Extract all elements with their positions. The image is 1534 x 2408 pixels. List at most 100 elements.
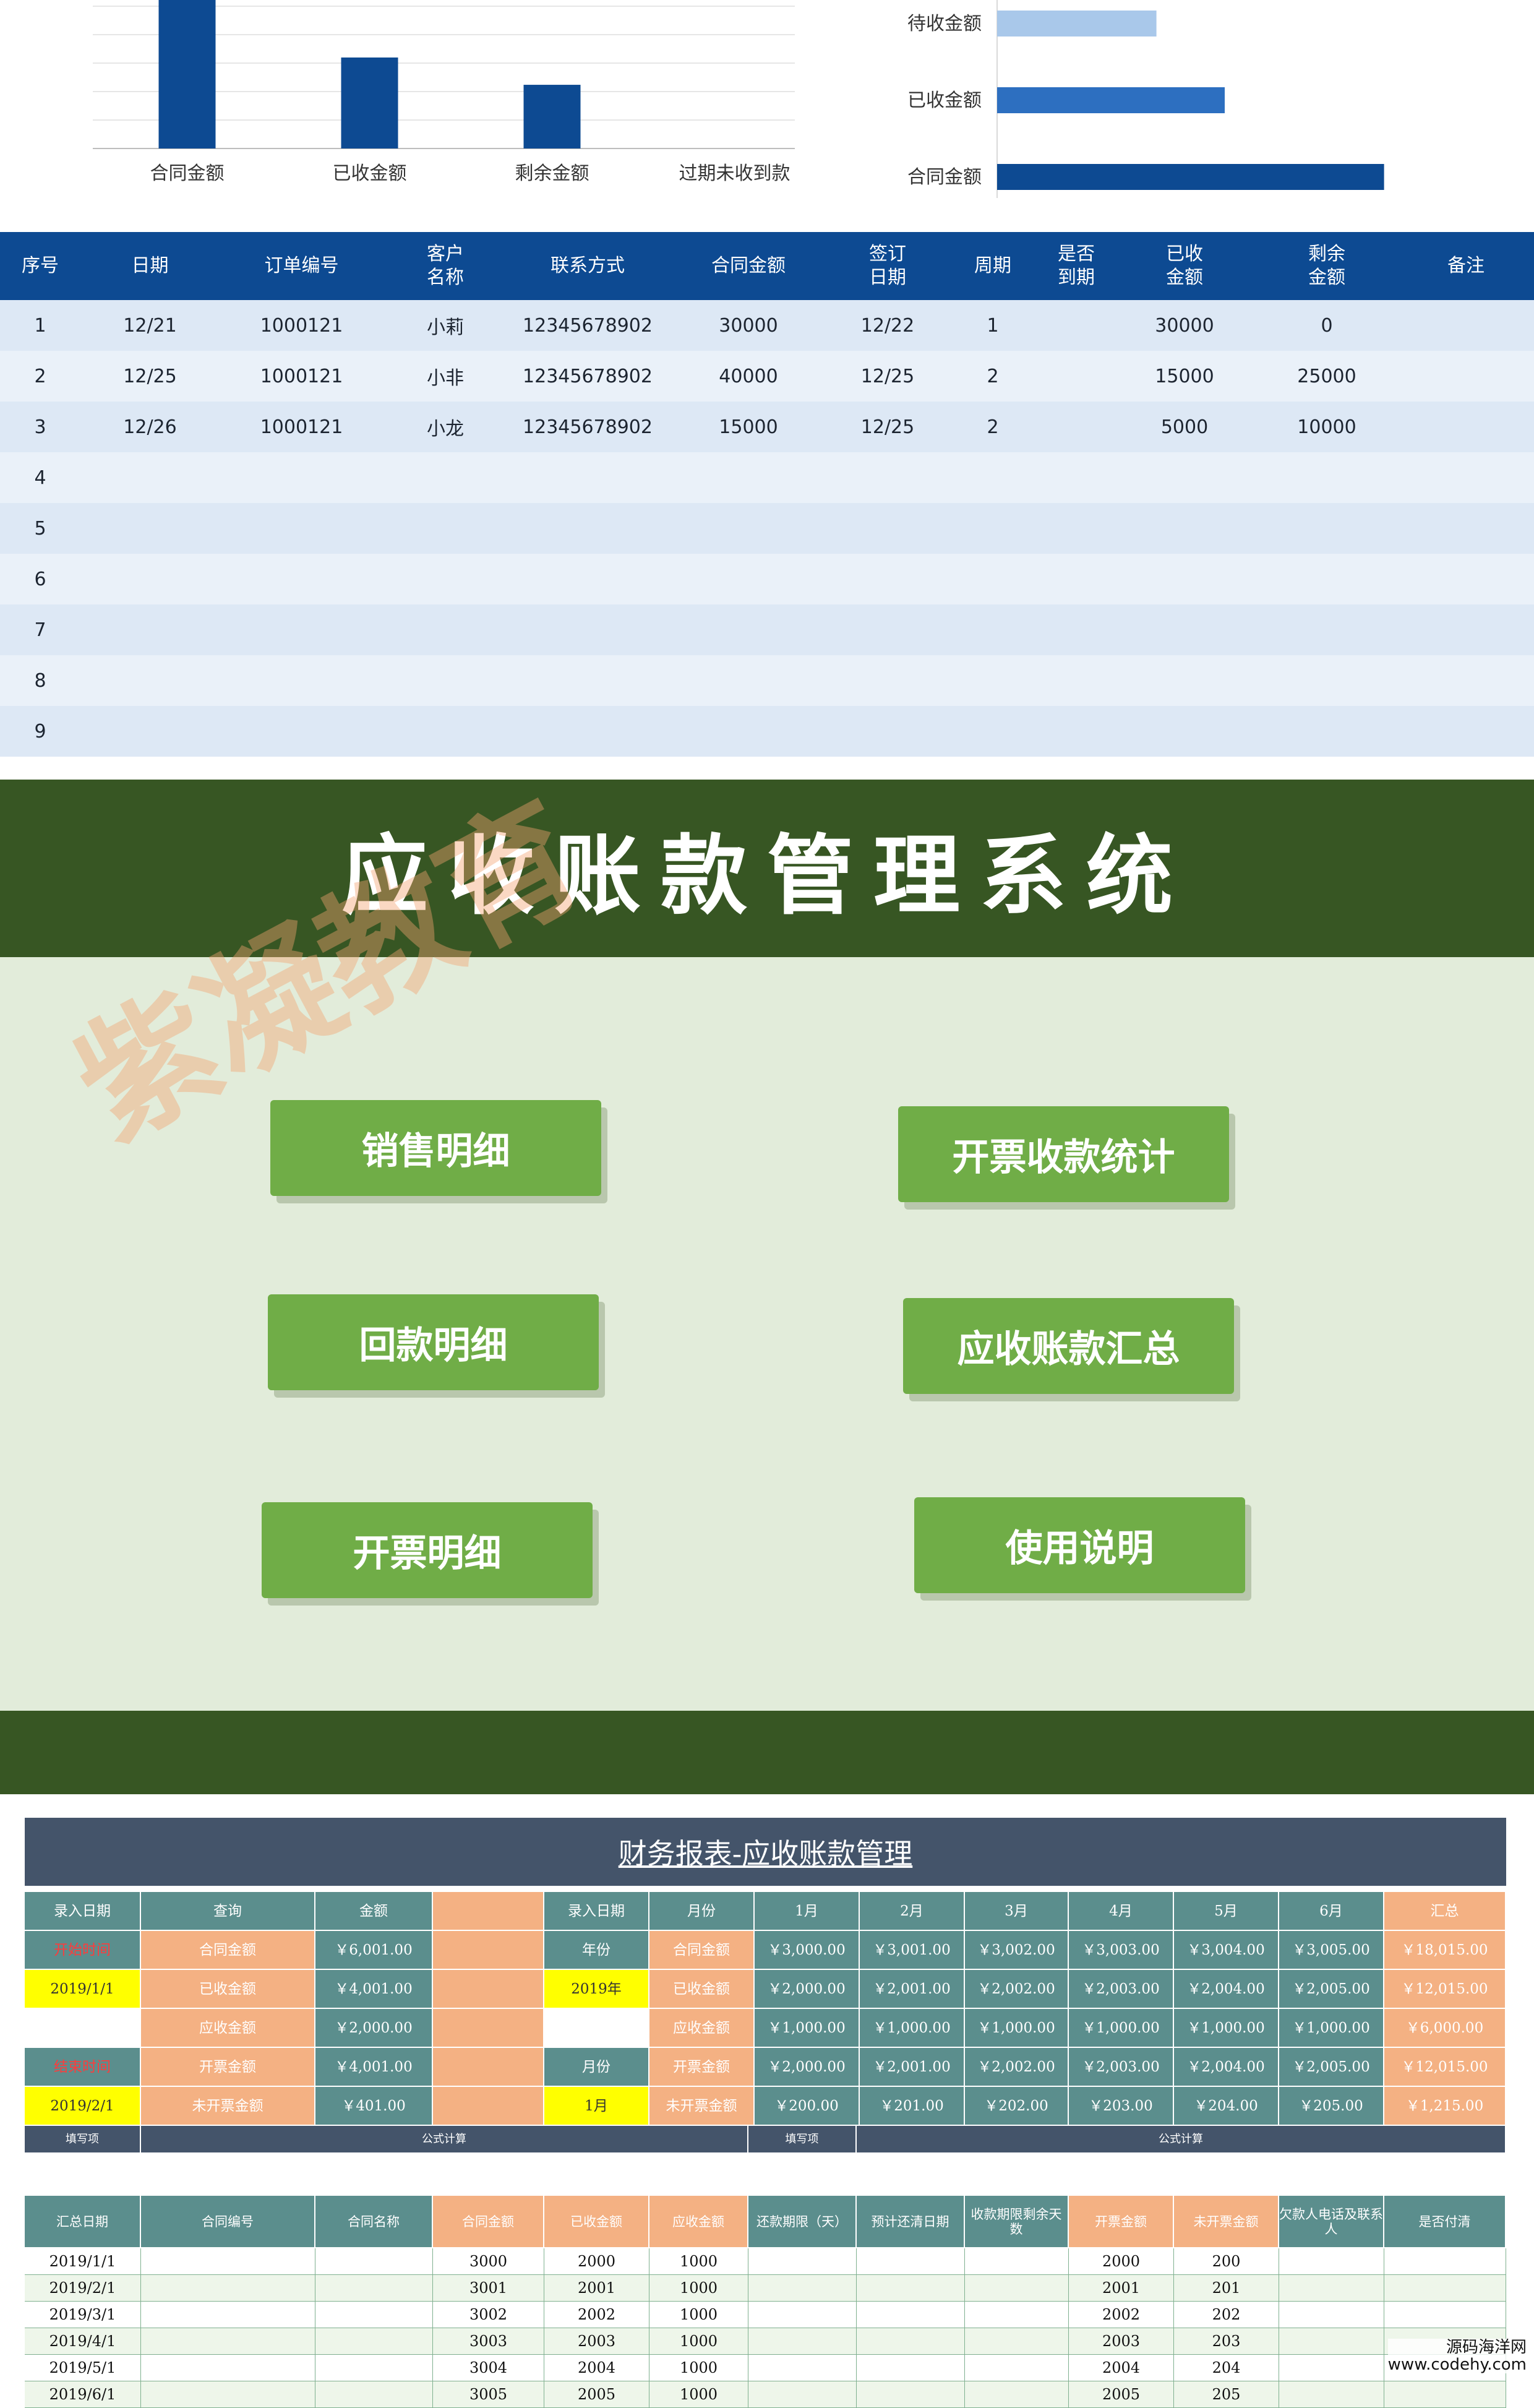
detail-cell[interactable] <box>748 2275 857 2302</box>
detail-cell[interactable] <box>857 2275 965 2302</box>
invoice-detail-button[interactable]: 开票明细 <box>262 1502 593 1598</box>
monthly-key-cell[interactable]: 1月 <box>544 2087 649 2126</box>
detail-cell[interactable]: 1000 <box>649 2328 748 2355</box>
detail-cell[interactable]: 2000 <box>1069 2248 1174 2275</box>
detail-cell[interactable]: 2003 <box>1069 2328 1174 2355</box>
summary-date-cell[interactable]: 2019/1/1 <box>25 1970 141 2009</box>
detail-cell[interactable]: 1000 <box>649 2355 748 2381</box>
detail-cell[interactable] <box>1279 2248 1384 2275</box>
detail-cell[interactable]: 2001 <box>1069 2275 1174 2302</box>
detail-cell[interactable]: 1000 <box>649 2275 748 2302</box>
detail-cell[interactable]: 2019/5/1 <box>25 2355 141 2381</box>
detail-cell[interactable]: 1000 <box>649 2248 748 2275</box>
detail-cell[interactable] <box>141 2275 315 2302</box>
detail-cell[interactable] <box>857 2328 965 2355</box>
detail-cell[interactable] <box>141 2248 315 2275</box>
detail-cell[interactable]: 1000 <box>649 2302 748 2328</box>
sales-detail-button[interactable]: 销售明细 <box>270 1100 601 1196</box>
detail-cell[interactable] <box>141 2355 315 2381</box>
detail-cell[interactable]: 2000 <box>544 2248 649 2275</box>
invoice-collection-stats-button[interactable]: 开票收款统计 <box>898 1106 1229 1202</box>
detail-cell[interactable] <box>315 2381 433 2408</box>
summary-date-cell[interactable] <box>25 2009 141 2048</box>
detail-cell[interactable] <box>141 2381 315 2408</box>
detail-cell[interactable]: 2019/3/1 <box>25 2302 141 2328</box>
detail-cell[interactable]: 200 <box>1174 2248 1279 2275</box>
table-cell <box>1398 503 1534 554</box>
table-cell <box>1039 503 1113 554</box>
detail-cell[interactable]: 3004 <box>433 2355 544 2381</box>
detail-cell[interactable]: 2005 <box>544 2381 649 2408</box>
detail-cell[interactable]: 2019/2/1 <box>25 2275 141 2302</box>
detail-cell[interactable] <box>1384 2381 1506 2408</box>
table-cell <box>1113 706 1256 757</box>
table-cell <box>1398 655 1534 706</box>
detail-cell[interactable]: 2002 <box>1069 2302 1174 2328</box>
detail-cell[interactable]: 202 <box>1174 2302 1279 2328</box>
detail-cell[interactable]: 2019/1/1 <box>25 2248 141 2275</box>
detail-cell[interactable] <box>315 2355 433 2381</box>
detail-cell[interactable] <box>857 2248 965 2275</box>
monthly-key-cell[interactable] <box>544 2009 649 2048</box>
summary-spacer <box>433 1931 544 1970</box>
detail-cell[interactable]: 205 <box>1174 2381 1279 2408</box>
summary-spacer <box>433 2048 544 2087</box>
payment-detail-button[interactable]: 回款明细 <box>268 1294 599 1390</box>
usage-instructions-button[interactable]: 使用说明 <box>914 1497 1245 1593</box>
detail-cell[interactable] <box>965 2328 1069 2355</box>
detail-cell[interactable] <box>1384 2248 1506 2275</box>
detail-cell[interactable]: 2002 <box>544 2302 649 2328</box>
detail-cell[interactable]: 3003 <box>433 2328 544 2355</box>
detail-cell[interactable]: 3002 <box>433 2302 544 2328</box>
detail-cell[interactable]: 3005 <box>433 2381 544 2408</box>
detail-cell[interactable] <box>965 2248 1069 2275</box>
detail-cell[interactable]: 2003 <box>544 2328 649 2355</box>
summary-header: 5月 <box>1174 1892 1279 1931</box>
detail-cell[interactable] <box>965 2355 1069 2381</box>
detail-cell[interactable]: 2001 <box>544 2275 649 2302</box>
detail-cell[interactable] <box>965 2275 1069 2302</box>
monthly-key-cell[interactable]: 2019年 <box>544 1970 649 2009</box>
detail-cell[interactable]: 2019/6/1 <box>25 2381 141 2408</box>
receivables-summary-button[interactable]: 应收账款汇总 <box>903 1298 1234 1394</box>
detail-cell[interactable] <box>1279 2302 1384 2328</box>
detail-cell[interactable] <box>748 2302 857 2328</box>
summary-date-cell[interactable]: 2019/2/1 <box>25 2087 141 2126</box>
detail-cell[interactable] <box>748 2248 857 2275</box>
detail-cell[interactable] <box>141 2328 315 2355</box>
detail-cell[interactable] <box>315 2248 433 2275</box>
detail-cell[interactable]: 2004 <box>1069 2355 1174 2381</box>
detail-cell[interactable] <box>1384 2302 1506 2328</box>
detail-cell[interactable] <box>1279 2275 1384 2302</box>
detail-cell[interactable]: 201 <box>1174 2275 1279 2302</box>
table-cell: 1 <box>987 314 999 337</box>
detail-cell[interactable] <box>965 2381 1069 2408</box>
detail-cell[interactable] <box>1279 2355 1384 2381</box>
detail-header: 还款期限（天） <box>748 2196 857 2248</box>
detail-cell[interactable] <box>315 2275 433 2302</box>
detail-cell[interactable] <box>1279 2328 1384 2355</box>
detail-cell[interactable]: 203 <box>1174 2328 1279 2355</box>
detail-cell[interactable]: 1000 <box>649 2381 748 2408</box>
detail-cell[interactable]: 2019/4/1 <box>25 2328 141 2355</box>
detail-cell[interactable] <box>965 2302 1069 2328</box>
detail-cell[interactable] <box>748 2355 857 2381</box>
detail-cell[interactable] <box>315 2328 433 2355</box>
detail-cell[interactable] <box>1384 2275 1506 2302</box>
detail-cell[interactable]: 2005 <box>1069 2381 1174 2408</box>
detail-cell[interactable]: 3000 <box>433 2248 544 2275</box>
detail-cell[interactable]: 2004 <box>544 2355 649 2381</box>
detail-cell[interactable] <box>141 2302 315 2328</box>
detail-cell[interactable] <box>748 2328 857 2355</box>
table-row: 7 <box>0 604 1534 656</box>
detail-cell[interactable] <box>857 2355 965 2381</box>
detail-cell[interactable]: 3001 <box>433 2275 544 2302</box>
detail-cell[interactable] <box>857 2302 965 2328</box>
detail-cell[interactable]: 204 <box>1174 2355 1279 2381</box>
detail-cell[interactable] <box>748 2381 857 2408</box>
column-header: 序号 <box>22 255 59 277</box>
detail-cell[interactable] <box>315 2302 433 2328</box>
detail-cell[interactable] <box>857 2381 965 2408</box>
detail-cell[interactable] <box>1279 2381 1384 2408</box>
summary-header: 3月 <box>965 1892 1069 1931</box>
